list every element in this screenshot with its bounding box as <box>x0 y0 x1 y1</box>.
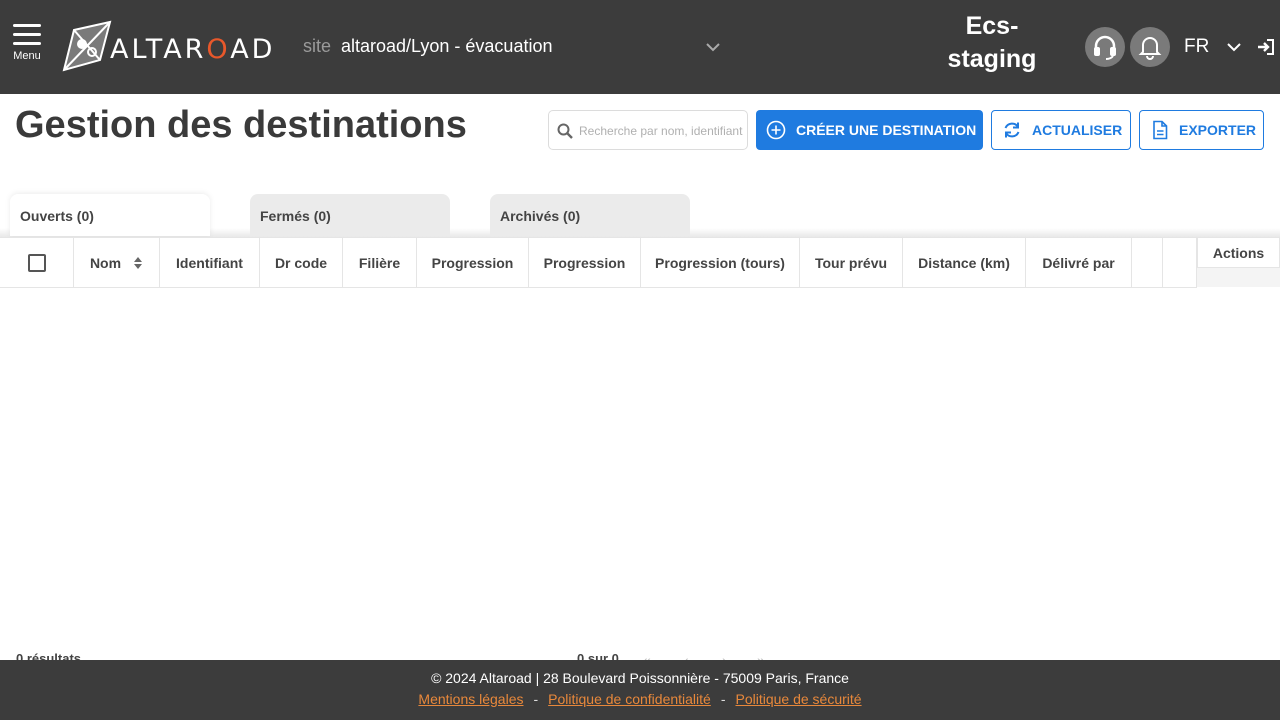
tab-open[interactable]: Ouverts (0) <box>10 194 210 236</box>
create-destination-label: CRÉER UNE DESTINATION <box>796 122 977 138</box>
page-title: Gestion des destinations <box>15 104 467 146</box>
file-export-icon <box>1153 120 1168 140</box>
tab-closed[interactable]: Fermés (0) <box>250 194 450 236</box>
menu-button[interactable]: Menu <box>10 24 44 62</box>
select-all-checkbox[interactable] <box>27 253 46 272</box>
footer-separator: - <box>720 691 726 707</box>
column-header-identifiant[interactable]: Identifiant <box>160 238 260 287</box>
column-header-filiere[interactable]: Filière <box>343 238 417 287</box>
column-header-empty-2 <box>1163 238 1197 287</box>
plus-circle-icon <box>766 120 786 140</box>
search-icon <box>557 123 573 139</box>
login-icon[interactable] <box>1256 37 1276 57</box>
security-policy-link[interactable]: Politique de sécurité <box>736 691 862 707</box>
column-header-nom[interactable]: Nom <box>74 238 160 287</box>
refresh-label: ACTUALISER <box>1032 122 1123 138</box>
column-header-progression-tours[interactable]: Progression (tours) <box>641 238 800 287</box>
tab-archived[interactable]: Archivés (0) <box>490 194 690 236</box>
export-button[interactable]: EXPORTER <box>1139 110 1264 150</box>
site-prefix-label: site <box>303 36 332 56</box>
search-box[interactable] <box>548 110 748 150</box>
footer-separator: - <box>533 691 539 707</box>
environment-label: Ecs- staging <box>947 12 1037 73</box>
headset-icon <box>1094 35 1116 60</box>
logo-wordmark: ALTAROAD <box>110 34 276 65</box>
privacy-policy-link[interactable]: Politique de confidentialité <box>548 691 711 707</box>
column-header-progression-2[interactable]: Progression <box>529 238 641 287</box>
footer-links: Mentions légales - Politique de confidenti… <box>0 691 1280 707</box>
altaroad-logo-mark-icon <box>62 20 112 72</box>
select-all-cell <box>0 238 74 287</box>
hamburger-icon <box>10 24 44 45</box>
column-header-dr-code[interactable]: Dr code <box>260 238 343 287</box>
notifications-button[interactable] <box>1130 27 1170 67</box>
column-header-tour-prevu[interactable]: Tour prévu <box>800 238 903 287</box>
column-header-empty-1 <box>1132 238 1163 287</box>
column-header-actions: Actions <box>1197 237 1280 268</box>
table-header: Nom Identifiant Dr code Filière Progress… <box>0 237 1197 288</box>
refresh-icon <box>1004 122 1020 138</box>
refresh-button[interactable]: ACTUALISER <box>991 110 1131 150</box>
create-destination-button[interactable]: CRÉER UNE DESTINATION <box>756 110 983 150</box>
legal-notice-link[interactable]: Mentions légales <box>418 691 523 707</box>
column-header-delivre-par[interactable]: Délivré par <box>1026 238 1132 287</box>
sort-icon[interactable] <box>133 256 143 270</box>
actions-column-fill <box>1197 268 1280 287</box>
support-button[interactable] <box>1085 27 1125 67</box>
footer: © 2024 Altaroad | 28 Boulevard Poissonni… <box>0 660 1280 720</box>
language-selector[interactable]: FR <box>1184 36 1209 58</box>
column-header-progression-1[interactable]: Progression <box>417 238 529 287</box>
site-selector-value[interactable]: altaroad/Lyon - évacuation <box>341 36 552 57</box>
altaroad-logo[interactable]: ALTAROAD <box>60 20 280 74</box>
footer-copyright: © 2024 Altaroad | 28 Boulevard Poissonni… <box>431 670 849 686</box>
site-chevron-down-icon[interactable] <box>704 38 722 56</box>
column-header-distance[interactable]: Distance (km) <box>903 238 1026 287</box>
language-chevron-down-icon[interactable] <box>1225 38 1243 56</box>
bell-icon <box>1138 37 1162 60</box>
menu-label: Menu <box>13 50 41 62</box>
export-label: EXPORTER <box>1179 122 1257 138</box>
search-input[interactable] <box>579 120 745 142</box>
top-bar: Menu ALTAROAD site altaroad/Lyon - évacu… <box>0 0 1280 94</box>
